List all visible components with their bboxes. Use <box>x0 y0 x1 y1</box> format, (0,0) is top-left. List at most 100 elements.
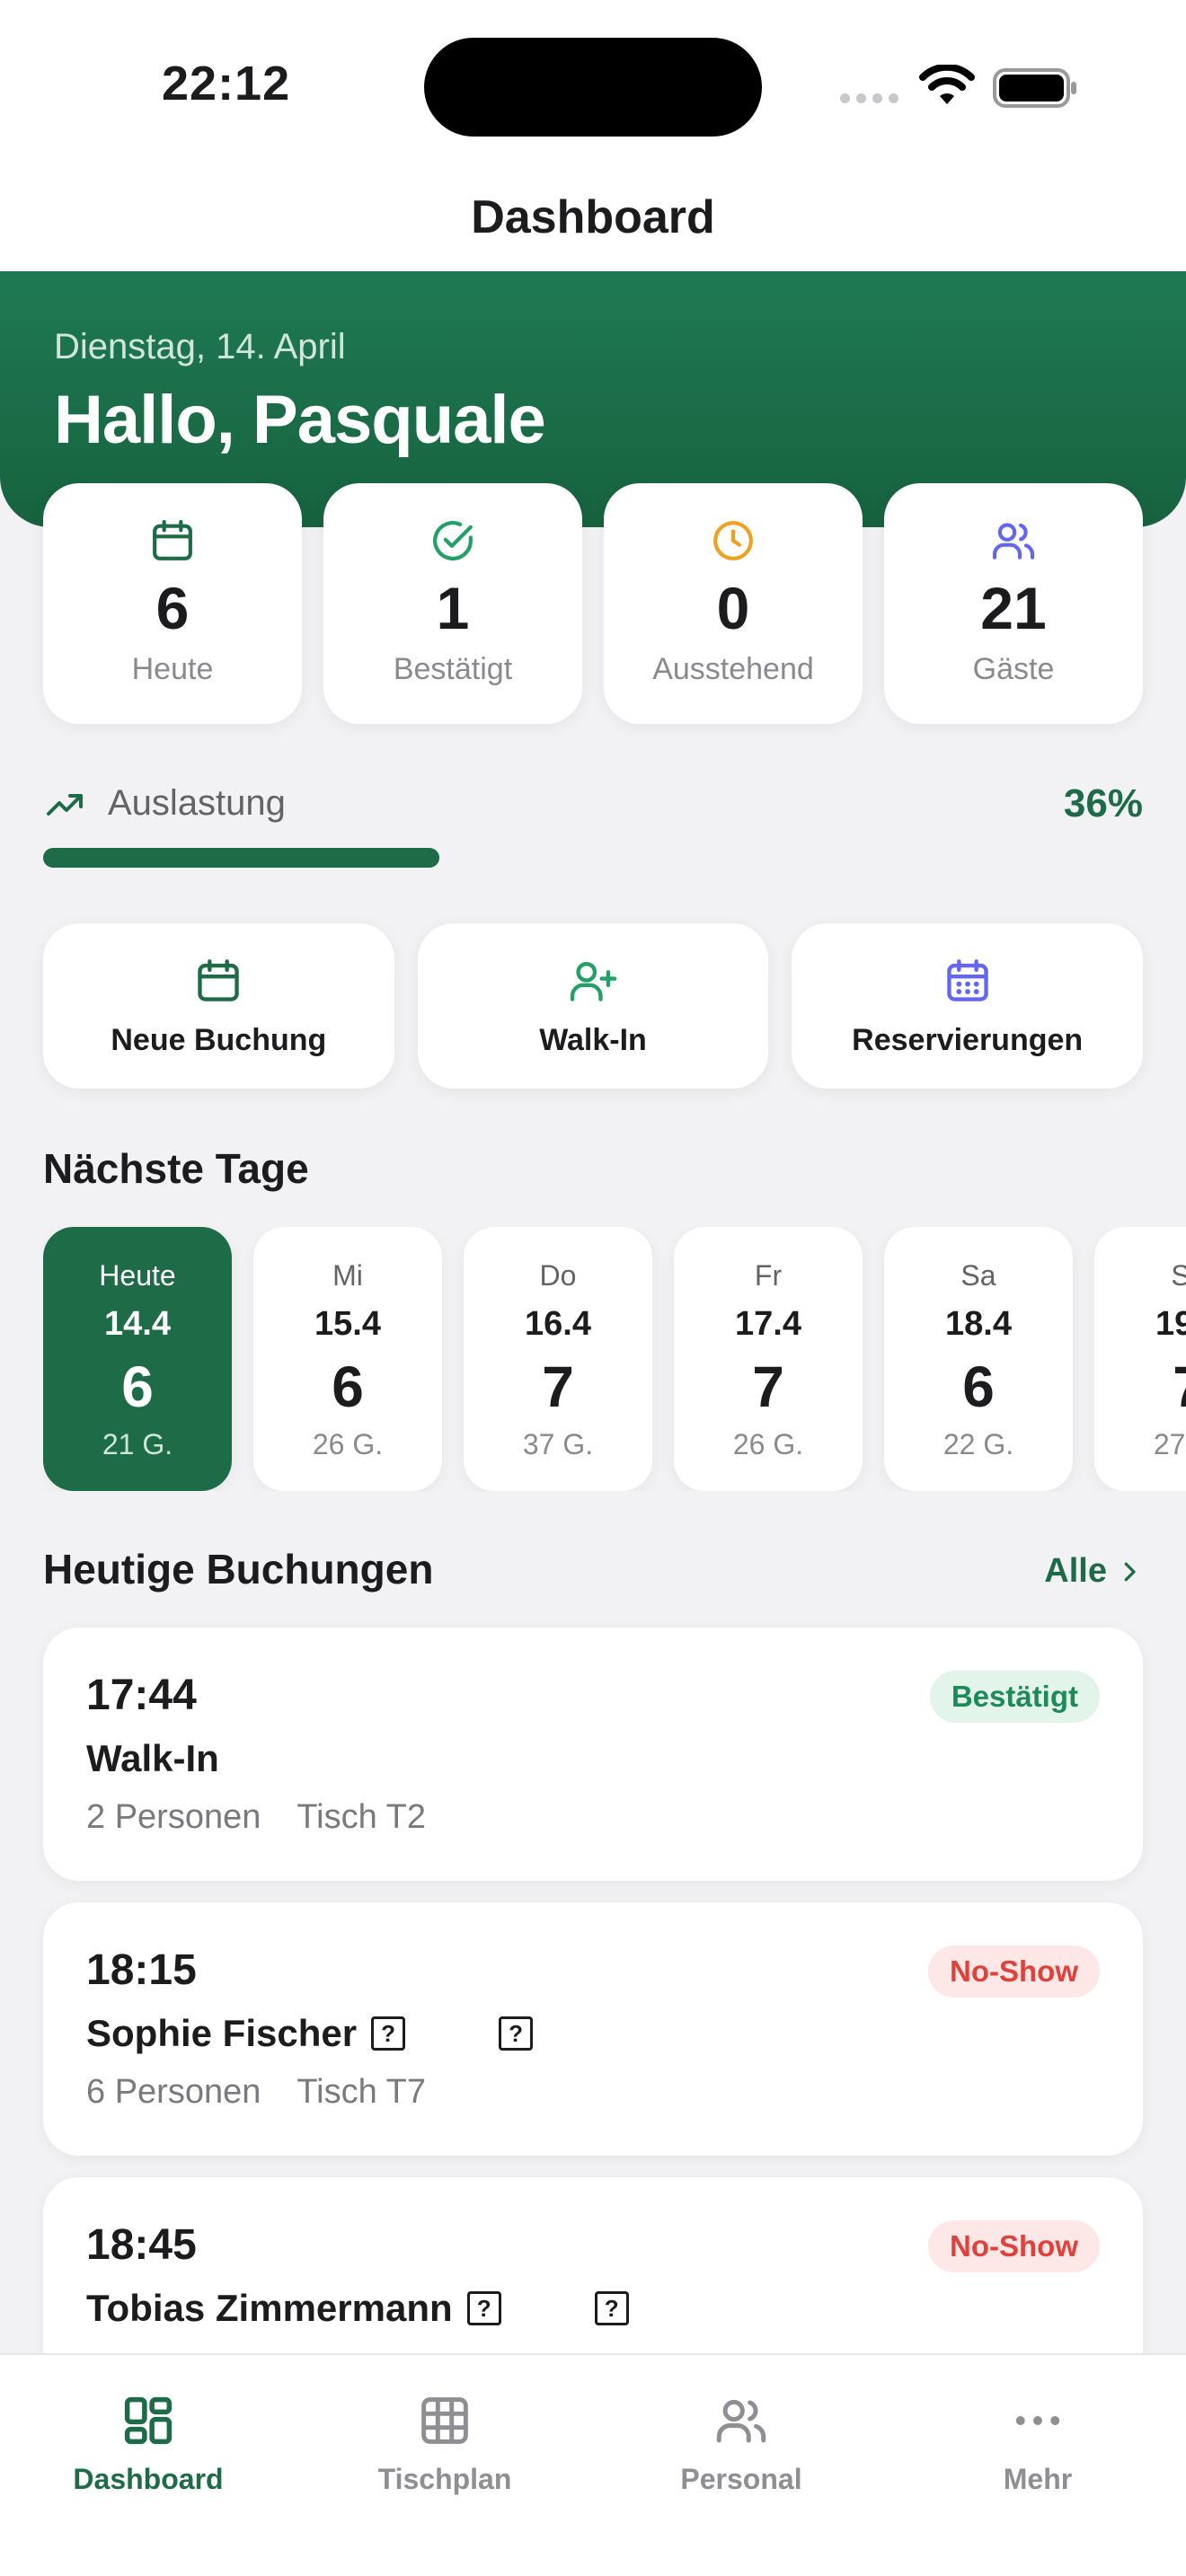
day-guests: 26 G. <box>312 1428 384 1460</box>
booking-card[interactable]: 17:44 Walk-In 2 Personen Tisch T2 Bestät… <box>43 1628 1143 1881</box>
booking-name: Sophie Fischer ? ? <box>86 2012 534 2055</box>
booking-table: Tisch T2 <box>296 1798 426 1836</box>
day-date: 18.4 <box>945 1305 1012 1343</box>
tab-dashboard[interactable]: Dashboard <box>0 2355 296 2576</box>
day-card[interactable]: So 19.4 7 27 G. <box>1094 1227 1186 1491</box>
walk-in-button[interactable]: Walk-In <box>417 923 769 1089</box>
stat-card-confirmed[interactable]: 1 Bestätigt <box>323 483 582 724</box>
missing-glyph-icon: ? <box>594 2291 629 2325</box>
clock-icon <box>713 521 753 560</box>
stats-row: 6 Heute 1 Bestätigt 0 Ausstehend 21 Gäst… <box>43 483 1143 724</box>
day-guests: 22 G. <box>943 1428 1014 1460</box>
all-bookings-link[interactable]: Alle <box>1044 1552 1143 1591</box>
calendar-grid-icon <box>946 958 988 1001</box>
booking-time: 18:45 <box>86 2221 197 2269</box>
status-bar: 22:12 <box>0 0 1186 153</box>
tab-mehr[interactable]: Mehr <box>890 2355 1186 2576</box>
status-time: 22:12 <box>162 57 291 110</box>
tab-label: Dashboard <box>73 2463 224 2495</box>
day-date: 14.4 <box>104 1305 171 1343</box>
day-booking-count: 7 <box>1173 1358 1186 1416</box>
booking-meta: 2 Personen Tisch T2 <box>86 1798 426 1837</box>
nav-bar: Dashboard <box>0 153 1186 271</box>
dashboard-icon <box>124 2396 173 2445</box>
tab-bar: Dashboard Tischplan Personal Mehr <box>0 2353 1186 2576</box>
occupancy-label: Auslastung <box>108 783 286 823</box>
days-carousel[interactable]: Heute 14.4 6 21 G. Mi 15.4 6 26 G. Do 16… <box>43 1227 1186 1491</box>
status-badge: No-Show <box>928 2220 1100 2272</box>
booking-persons: 2 Personen <box>86 1798 261 1836</box>
booking-table: Tisch T7 <box>296 2073 426 2111</box>
tab-personal[interactable]: Personal <box>593 2355 890 2576</box>
stat-label: Heute <box>131 652 214 686</box>
day-name: Sa <box>960 1259 996 1292</box>
battery-icon <box>993 68 1076 108</box>
booking-name: Walk-In <box>86 1737 219 1780</box>
missing-glyph-icon: ? <box>499 2016 534 2051</box>
day-date: 17.4 <box>735 1305 801 1343</box>
occupancy-bar <box>43 848 1143 868</box>
tab-label: Tischplan <box>377 2463 512 2495</box>
status-badge: Bestätigt <box>929 1671 1100 1723</box>
tab-label: Personal <box>680 2463 802 2495</box>
day-name: Heute <box>99 1259 176 1292</box>
day-name: Fr <box>754 1259 783 1292</box>
reservations-button[interactable]: Reservierungen <box>792 923 1144 1089</box>
booking-name-text: Tobias Zimmermann <box>86 2287 453 2329</box>
users-icon <box>716 2399 766 2443</box>
occupancy-value: 36% <box>1063 781 1143 825</box>
day-card[interactable]: Heute 14.4 6 21 G. <box>43 1227 232 1491</box>
action-label: Walk-In <box>539 1022 647 1057</box>
occupancy-bar-fill <box>43 848 439 868</box>
action-label: Neue Buchung <box>111 1022 327 1057</box>
stat-value: 6 <box>155 575 190 641</box>
user-plus-icon <box>570 961 617 1001</box>
tab-tischplan[interactable]: Tischplan <box>296 2355 593 2576</box>
day-booking-count: 7 <box>752 1354 784 1419</box>
day-guests: 37 G. <box>522 1428 594 1460</box>
day-guests: 21 G. <box>102 1428 173 1460</box>
section-title-bookings: Heutige Buchungen <box>43 1546 434 1592</box>
missing-glyph-icon: ? <box>371 2016 406 2051</box>
new-booking-button[interactable]: Neue Buchung <box>43 923 394 1089</box>
stat-value: 0 <box>716 575 750 641</box>
occupancy-section: Auslastung 36% <box>43 774 1143 873</box>
booking-card[interactable]: 18:15 Sophie Fischer ? ? 6 Personen Tisc… <box>43 1902 1143 2156</box>
day-booking-count: 6 <box>121 1354 154 1419</box>
booking-time: 17:44 <box>86 1672 197 1719</box>
stat-label: Gäste <box>972 652 1055 686</box>
day-guests: 27 G. <box>1153 1428 1186 1460</box>
booking-name: Tobias Zimmermann ? ? <box>86 2287 629 2330</box>
booking-meta: 6 Personen Tisch T7 <box>86 2073 426 2112</box>
day-date: 16.4 <box>525 1305 591 1343</box>
stat-card-guests[interactable]: 21 Gäste <box>884 483 1143 724</box>
day-card[interactable]: Do 16.4 7 37 G. <box>464 1227 652 1491</box>
booking-persons: 6 Personen <box>86 2073 261 2111</box>
trending-up-icon <box>47 794 83 816</box>
calendar-icon <box>153 519 192 560</box>
day-booking-count: 6 <box>962 1354 995 1419</box>
day-card[interactable]: Sa 18.4 6 22 G. <box>884 1227 1073 1491</box>
day-name: Mi <box>332 1259 363 1292</box>
stat-label: Bestätigt <box>393 652 513 686</box>
more-icon <box>1015 2416 1060 2425</box>
booking-time: 18:15 <box>86 1946 197 1994</box>
chevron-right-icon <box>1124 1562 1136 1581</box>
quick-actions: Neue Buchung Walk-In Reservierungen <box>43 923 1144 1089</box>
day-name: Do <box>539 1259 577 1292</box>
page-title: Dashboard <box>471 191 715 243</box>
day-date: 19.4 <box>1155 1305 1186 1343</box>
day-booking-count: 7 <box>542 1354 574 1419</box>
stat-value: 21 <box>980 575 1047 641</box>
day-booking-count: 6 <box>332 1354 364 1419</box>
users-icon <box>992 523 1035 560</box>
wifi-icon <box>919 65 975 104</box>
status-badge: No-Show <box>928 1945 1100 1998</box>
day-card[interactable]: Mi 15.4 6 26 G. <box>253 1227 442 1491</box>
stat-card-pending[interactable]: 0 Ausstehend <box>604 483 863 724</box>
booking-name-text: Sophie Fischer <box>86 2012 358 2054</box>
day-card[interactable]: Fr 17.4 7 26 G. <box>674 1227 863 1491</box>
stat-value: 1 <box>436 575 470 641</box>
stat-label: Ausstehend <box>652 652 814 686</box>
stat-card-today[interactable]: 6 Heute <box>43 483 302 724</box>
